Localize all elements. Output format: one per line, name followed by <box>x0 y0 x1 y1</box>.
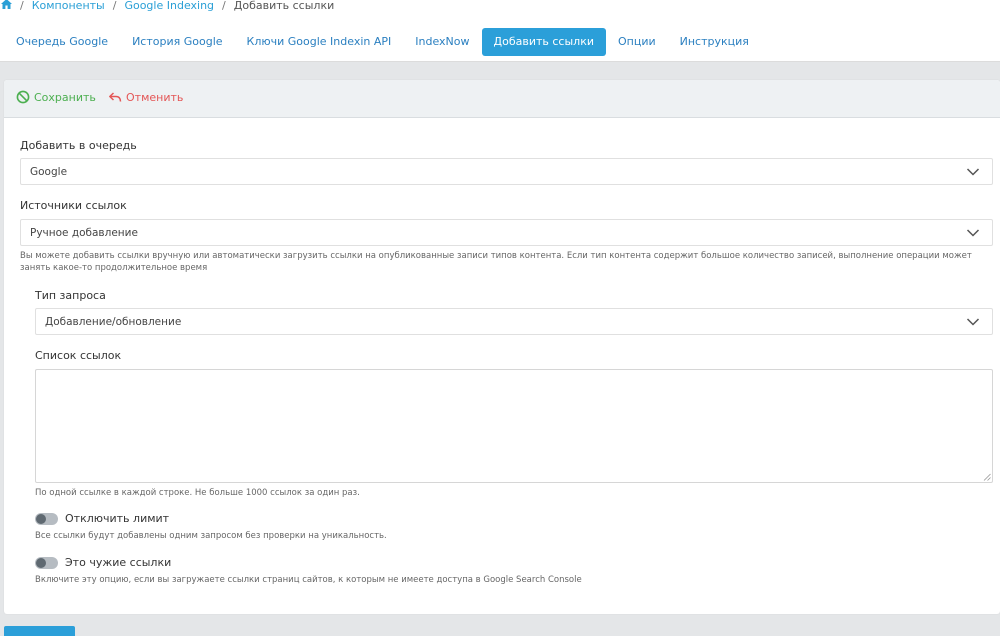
tab-google-queue[interactable]: Очередь Google <box>4 28 120 56</box>
save-button-label: Сохранить <box>34 90 96 104</box>
toolbar: Сохранить Отменить <box>4 80 1000 118</box>
request-type-label: Тип запроса <box>35 289 106 302</box>
queue-label: Добавить в очередь <box>20 139 137 152</box>
bottom-submit-button[interactable] <box>4 626 75 636</box>
chevron-down-icon <box>966 318 980 326</box>
toggle-knob <box>36 513 46 524</box>
undo-icon <box>109 92 122 102</box>
breadcrumb-google-indexing[interactable]: Google Indexing <box>124 0 214 12</box>
queue-select[interactable]: Google <box>20 158 993 185</box>
tab-options[interactable]: Опции <box>606 28 668 56</box>
save-button[interactable]: Сохранить <box>16 90 96 104</box>
foreign-toggle[interactable] <box>35 556 58 569</box>
cancel-button-label: Отменить <box>126 90 184 104</box>
source-label: Источники ссылок <box>20 199 127 212</box>
tab-instructions[interactable]: Инструкция <box>668 28 761 56</box>
links-hint: По одной ссылке в каждой строке. Не боль… <box>35 488 360 498</box>
source-select[interactable]: Ручное добавление <box>20 219 993 246</box>
limit-hint: Все ссылки будут добавлены одним запросо… <box>35 531 387 541</box>
foreign-toggle-row: Это чужие ссылки <box>35 556 171 569</box>
tab-bar: Очередь Google История Google Ключи Goog… <box>4 28 761 56</box>
foreign-toggle-label: Это чужие ссылки <box>65 556 172 569</box>
chevron-down-icon <box>966 229 980 237</box>
toggle-knob <box>36 557 46 568</box>
tab-api-keys[interactable]: Ключи Google Indexin API <box>235 28 404 56</box>
limit-toggle-row: Отключить лимит <box>35 512 169 525</box>
request-type-select[interactable]: Добавление/обновление <box>35 308 993 335</box>
breadcrumb-separator: / <box>112 0 117 12</box>
cancel-button[interactable]: Отменить <box>108 90 183 104</box>
top-header: / Компоненты / Google Indexing / Добавит… <box>0 0 1000 62</box>
form-panel: Сохранить Отменить Добавить в очередь Go… <box>4 80 1000 614</box>
tab-google-history[interactable]: История Google <box>120 28 234 56</box>
request-type-select-value: Добавление/обновление <box>45 315 182 328</box>
links-textarea[interactable] <box>35 369 993 483</box>
breadcrumb-separator: / <box>222 0 226 12</box>
breadcrumb-current: Добавить ссылки <box>233 0 335 12</box>
limit-toggle-label: Отключить лимит <box>65 512 170 525</box>
home-icon[interactable] <box>1 0 12 12</box>
source-hint: Вы можете добавить ссылки вручную или ав… <box>20 251 972 273</box>
breadcrumb-separator: / <box>20 0 24 12</box>
chevron-down-icon <box>966 168 980 176</box>
queue-select-value: Google <box>30 165 68 178</box>
foreign-hint: Включите эту опцию, если вы загружаете с… <box>35 575 582 585</box>
breadcrumb-components[interactable]: Компоненты <box>32 0 105 12</box>
source-select-value: Ручное добавление <box>30 226 138 239</box>
limit-toggle[interactable] <box>35 512 58 525</box>
breadcrumb: / Компоненты / Google Indexing / Добавит… <box>0 0 334 14</box>
tab-indexnow[interactable]: IndexNow <box>403 28 481 56</box>
links-label: Список ссылок <box>35 349 122 362</box>
save-icon <box>16 90 30 104</box>
resize-grip-icon[interactable] <box>983 473 991 481</box>
tab-add-links[interactable]: Добавить ссылки <box>481 28 606 56</box>
